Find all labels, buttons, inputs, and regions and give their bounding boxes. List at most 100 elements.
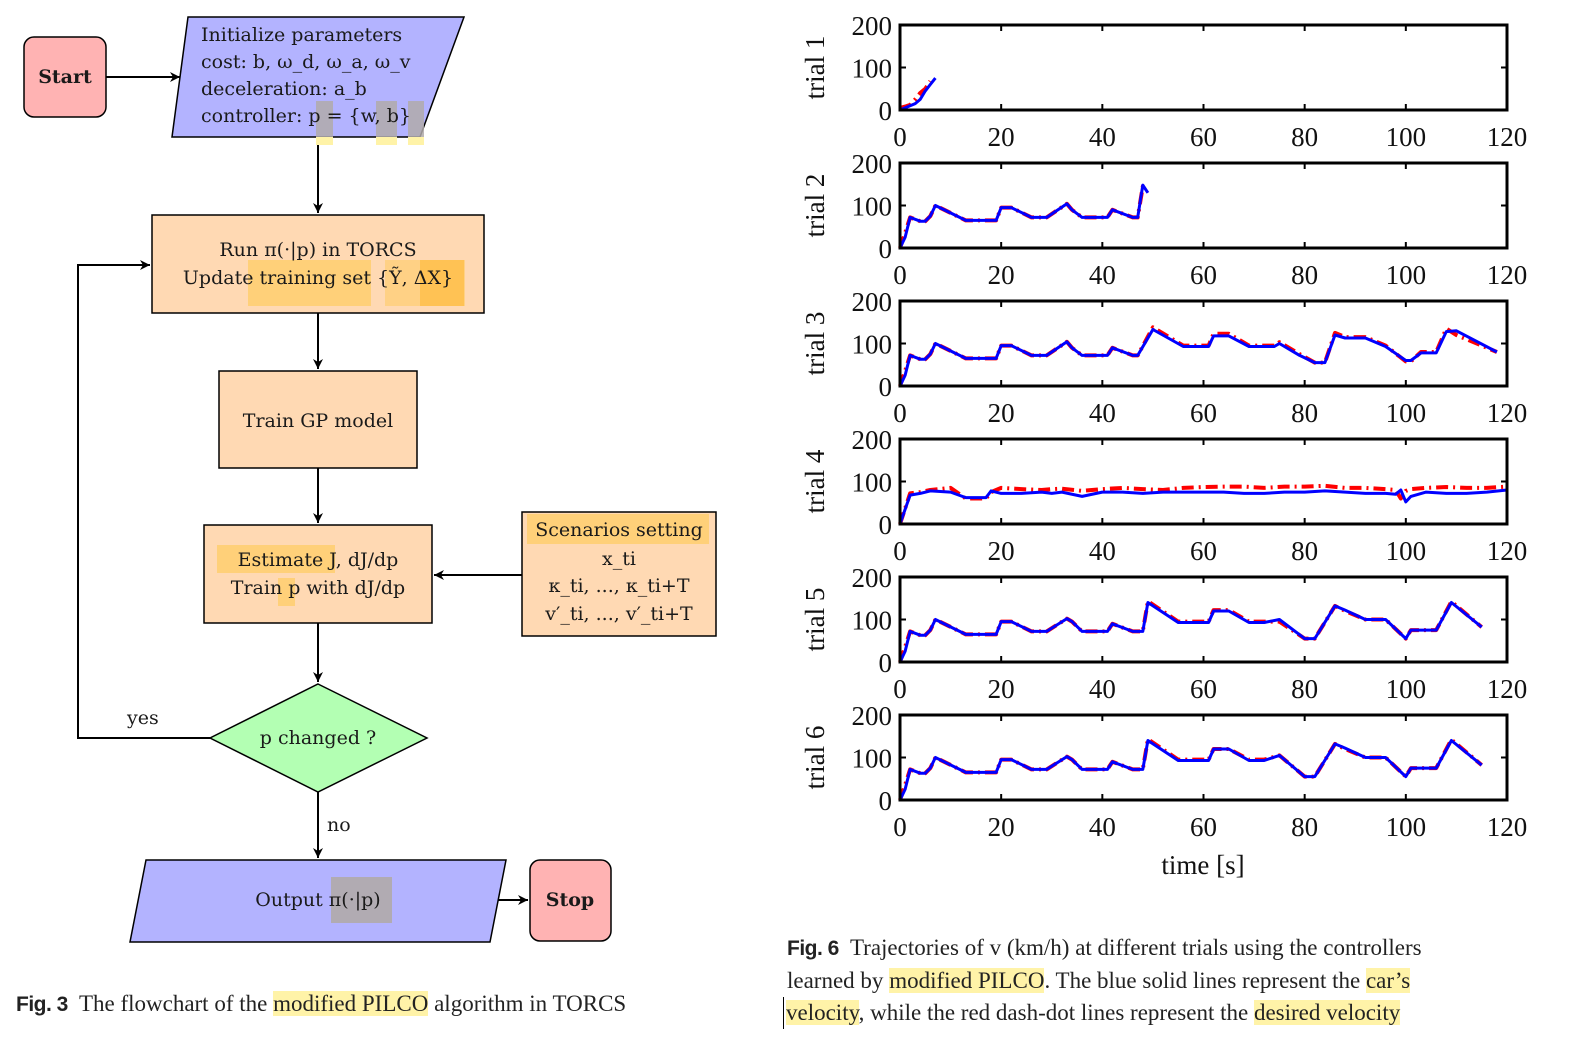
x-tick-label: 100 [1386, 536, 1427, 566]
x-tick-label: 60 [1190, 674, 1217, 704]
x-tick-label: 0 [893, 398, 907, 428]
fig6-label: Fig. 6 [787, 937, 839, 960]
trial-label: trial 1 [800, 36, 830, 100]
stop-node: Stop [529, 859, 612, 942]
scenarios-node: Scenarios setting x_ti κ_ti, ..., κ_ti+T… [521, 511, 717, 637]
scenarios-line-1: Scenarios setting [535, 519, 703, 541]
plot-frame [898, 575, 1509, 664]
scenarios-line-3: κ_ti, ..., κ_ti+T [548, 575, 689, 597]
x-tick-label: 100 [1386, 812, 1427, 842]
y-tick-label: 200 [852, 425, 893, 455]
x-tick-label: 20 [988, 812, 1015, 842]
stop-label: Stop [546, 889, 594, 911]
trial-panel-5: 0 20 40 60 80 100 120 0 100 200 trial 5 [800, 563, 1527, 704]
plot-frame [898, 299, 1509, 388]
y-tick-label: 100 [852, 330, 893, 360]
fig6-line-3: velocity, while the red dash-dot lines r… [783, 997, 1547, 1029]
y-tick-label: 0 [879, 648, 893, 678]
y-tick-label: 0 [879, 510, 893, 540]
no-label: no [327, 814, 351, 836]
init-node: Initialize parameters cost: b, ω_d, ω_a,… [171, 16, 466, 145]
y-tick-label: 100 [852, 192, 893, 222]
x-tick-label: 100 [1386, 674, 1427, 704]
x-tick-label: 80 [1291, 260, 1318, 290]
desired-velocity-line [898, 184, 1149, 249]
x-tick-label: 80 [1291, 812, 1318, 842]
x-tick-label: 20 [988, 398, 1015, 428]
trial-panel-3: 0 20 40 60 80 100 120 0 100 200 trial 3 [800, 287, 1527, 428]
car-velocity-line [898, 601, 1483, 663]
y-tick-label: 200 [852, 563, 893, 593]
fig6-line2-mid: . The blue solid lines represent the [1044, 968, 1366, 993]
x-tick-label: 120 [1487, 674, 1528, 704]
trial-panel-1: 0 20 40 60 80 100 120 0 100 200 trial 1 [800, 11, 1527, 152]
fig6-highlight-velocity: velocity [786, 1000, 859, 1025]
plot-frame [898, 713, 1509, 802]
fig6-highlight-pilco: modified PILCO [889, 968, 1045, 993]
fig6-line-1: Fig. 6 Trajectories of v (km/h) at diffe… [787, 932, 1547, 965]
trial-label: trial 4 [800, 449, 830, 513]
y-tick-label: 0 [879, 786, 893, 816]
train-gp-label: Train GP model [243, 410, 393, 432]
fig3-text-post: algorithm in TORCS [428, 991, 627, 1016]
x-tick-label: 0 [893, 260, 907, 290]
trial-label: trial 6 [800, 726, 830, 790]
desired-velocity-line [898, 737, 1483, 801]
x-tick-label: 60 [1190, 812, 1217, 842]
output-node: Output π(·|p) [129, 859, 507, 943]
car-velocity-line [898, 739, 1483, 801]
x-tick-label: 100 [1386, 122, 1427, 152]
fig3-highlight: modified PILCO [273, 991, 429, 1016]
y-tick-label: 100 [852, 468, 893, 498]
x-tick-label: 80 [1291, 674, 1318, 704]
decision-label: p changed ? [260, 727, 376, 749]
run-line-2: Update training set {Ỹ, ΔX} [183, 267, 453, 289]
x-tick-label: 20 [988, 536, 1015, 566]
x-tick-label: 40 [1089, 122, 1116, 152]
x-tick-label: 40 [1089, 812, 1116, 842]
x-tick-label: 20 [988, 122, 1015, 152]
trial-label: trial 2 [800, 174, 830, 238]
scenarios-line-2: x_ti [602, 548, 636, 570]
estimate-line-1: Estimate J, dJ/dp [238, 549, 399, 571]
trial-label: trial 3 [800, 312, 830, 376]
init-line-2: cost: b, ω_d, ω_a, ω_v [201, 51, 411, 73]
fig6-line2-pre: learned by [787, 968, 890, 993]
plot-frame [898, 23, 1509, 112]
x-tick-label: 80 [1291, 398, 1318, 428]
plot-frame [898, 437, 1509, 526]
x-tick-label: 60 [1190, 398, 1217, 428]
x-tick-label: 0 [893, 536, 907, 566]
fig6-highlight-desired: desired velocity [1253, 1000, 1401, 1025]
car-velocity-line [898, 183, 1150, 249]
y-tick-label: 200 [852, 11, 893, 41]
desired-velocity-line [898, 599, 1483, 663]
y-tick-label: 100 [852, 744, 893, 774]
x-tick-label: 40 [1089, 398, 1116, 428]
x-tick-label: 60 [1190, 260, 1217, 290]
fig6-caption: Fig. 6 Trajectories of v (km/h) at diffe… [783, 932, 1547, 1029]
run-line-1: Run π(·|p) in TORCS [219, 239, 416, 261]
fig6-highlight-cars: car’s [1365, 968, 1411, 993]
y-tick-label: 200 [852, 149, 893, 179]
flowchart: Start Initialize parameters cost: b, ω_d… [23, 16, 717, 943]
x-tick-label: 80 [1291, 122, 1318, 152]
x-tick-label: 60 [1190, 122, 1217, 152]
x-tick-label: 60 [1190, 536, 1217, 566]
init-line-1: Initialize parameters [201, 24, 402, 46]
estimate-line-2: Train p with dJ/dp [231, 577, 405, 599]
train-gp-node: Train GP model [218, 370, 418, 469]
yes-label: yes [126, 707, 159, 729]
scenarios-line-4: v′_ti, ..., v′_ti+T [544, 603, 693, 625]
y-tick-label: 0 [879, 234, 893, 264]
fig6-line-2: learned by modified PILCO. The blue soli… [787, 965, 1547, 997]
fig3-text-pre: The flowchart of the [78, 991, 274, 1016]
decision-node: p changed ? [208, 683, 429, 793]
x-tick-label: 120 [1487, 260, 1528, 290]
y-tick-label: 200 [852, 701, 893, 731]
x-tick-label: 20 [988, 260, 1015, 290]
trial-charts: 0 20 40 60 80 100 1200100200trial 10 20 40 60 80 10… [800, 11, 1528, 880]
arrow-yes-loop [77, 260, 210, 739]
x-tick-label: 40 [1089, 674, 1116, 704]
start-label: Start [38, 66, 92, 88]
